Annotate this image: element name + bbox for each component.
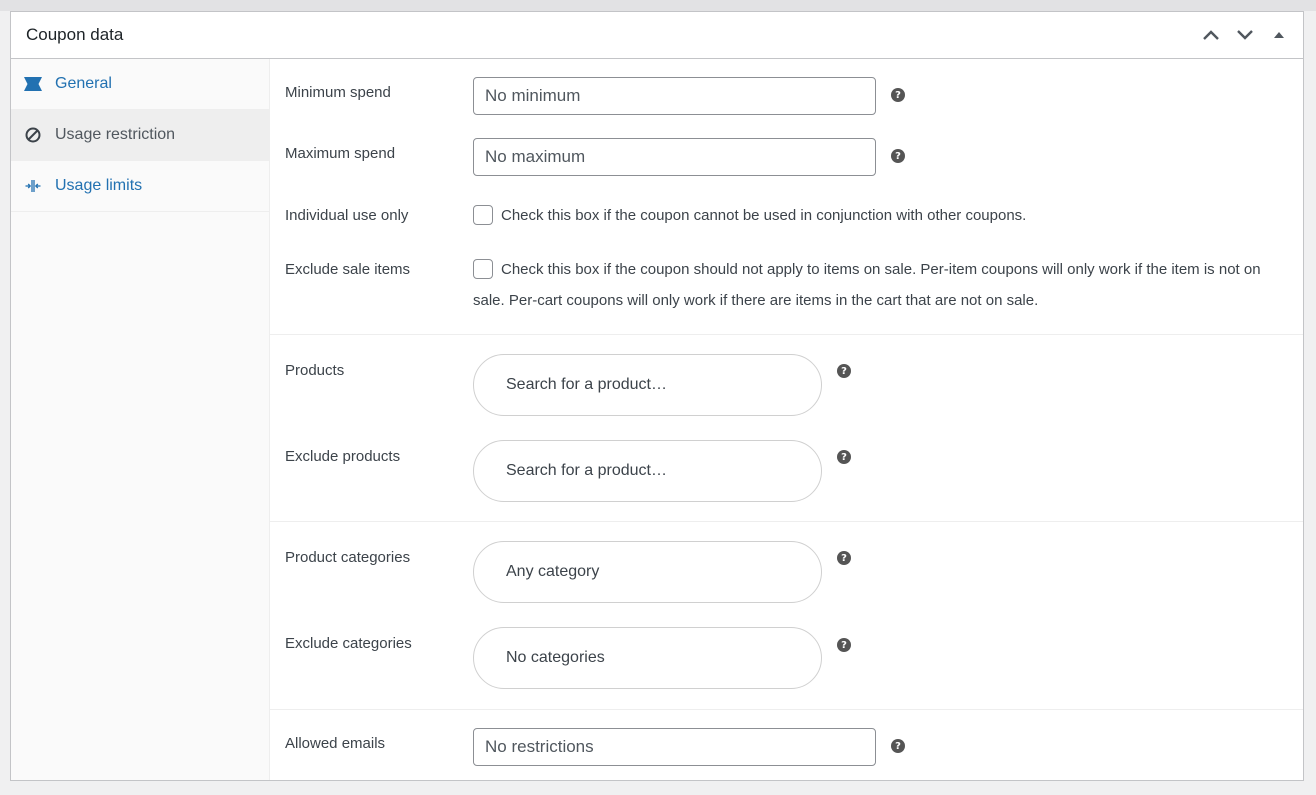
products-search-field[interactable]: Search for a product…	[473, 354, 822, 416]
panel-title: Coupon data	[26, 25, 124, 44]
chevron-down-icon	[1237, 30, 1253, 40]
product-categories-label: Product categories	[285, 549, 411, 566]
limits-icon	[24, 177, 42, 195]
individual-use-description: Check this box if the coupon cannot be u…	[501, 207, 1027, 224]
tab-general-label: General	[55, 75, 112, 92]
move-down-button[interactable]	[1235, 24, 1255, 46]
tab-usage-restriction[interactable]: Usage restriction	[11, 110, 269, 161]
products-label: Products	[285, 362, 345, 379]
top-strip	[0, 0, 1316, 11]
minimum-spend-help-icon[interactable]: ?	[891, 88, 905, 102]
exclude-products-label: Exclude products	[285, 448, 401, 465]
block-icon	[24, 126, 42, 144]
individual-use-checkbox[interactable]	[473, 205, 493, 225]
tab-usage-limits-label: Usage limits	[55, 177, 143, 194]
allowed-emails-label: Allowed emails	[285, 735, 386, 752]
coupon-tabs-sidebar: General Usage restriction Usage limits	[11, 59, 270, 780]
spend-section: Minimum spend ? Maximum spend ? Individu…	[270, 59, 1303, 335]
exclude-categories-label: Exclude categories	[285, 635, 412, 652]
chevron-up-icon	[1203, 30, 1219, 40]
maximum-spend-help-icon[interactable]: ?	[891, 149, 905, 163]
individual-use-label: Individual use only	[285, 207, 409, 224]
allowed-emails-help-icon[interactable]: ?	[891, 739, 905, 753]
emails-section: Allowed emails ?	[270, 710, 1303, 780]
product-categories-field[interactable]: Any category	[473, 541, 822, 603]
exclude-products-help-icon[interactable]: ?	[837, 450, 851, 464]
toggle-panel-button[interactable]	[1269, 24, 1289, 46]
panel-header: Coupon data	[11, 12, 1303, 59]
exclude-categories-help-icon[interactable]: ?	[837, 638, 851, 652]
ticket-icon	[24, 75, 42, 93]
minimum-spend-input[interactable]	[473, 77, 876, 115]
move-up-button[interactable]	[1201, 24, 1221, 46]
categories-section: Product categories Any category ? Exclud…	[270, 522, 1303, 710]
exclude-categories-field[interactable]: No categories	[473, 627, 822, 689]
exclude-sale-label: Exclude sale items	[285, 261, 411, 278]
maximum-spend-label: Maximum spend	[285, 145, 396, 162]
exclude-products-search-field[interactable]: Search for a product…	[473, 440, 822, 502]
products-section: Products Search for a product… ? Exclude…	[270, 335, 1303, 522]
product-categories-help-icon[interactable]: ?	[837, 551, 851, 565]
allowed-emails-input[interactable]	[473, 728, 876, 766]
tab-usage-restriction-label: Usage restriction	[55, 126, 176, 143]
exclude-sale-description: Check this box if the coupon should not …	[473, 261, 1261, 309]
maximum-spend-input[interactable]	[473, 138, 876, 176]
usage-restriction-panel: Minimum spend ? Maximum spend ? Individu…	[270, 59, 1303, 780]
minimum-spend-label: Minimum spend	[285, 84, 391, 101]
products-help-icon[interactable]: ?	[837, 364, 851, 378]
tab-general[interactable]: General	[11, 59, 269, 110]
panel-controls	[1201, 24, 1289, 46]
coupon-data-panel: Coupon data General Usage restriction Us…	[10, 11, 1304, 781]
tab-usage-limits[interactable]: Usage limits	[11, 161, 269, 212]
triangle-up-icon	[1274, 32, 1284, 38]
